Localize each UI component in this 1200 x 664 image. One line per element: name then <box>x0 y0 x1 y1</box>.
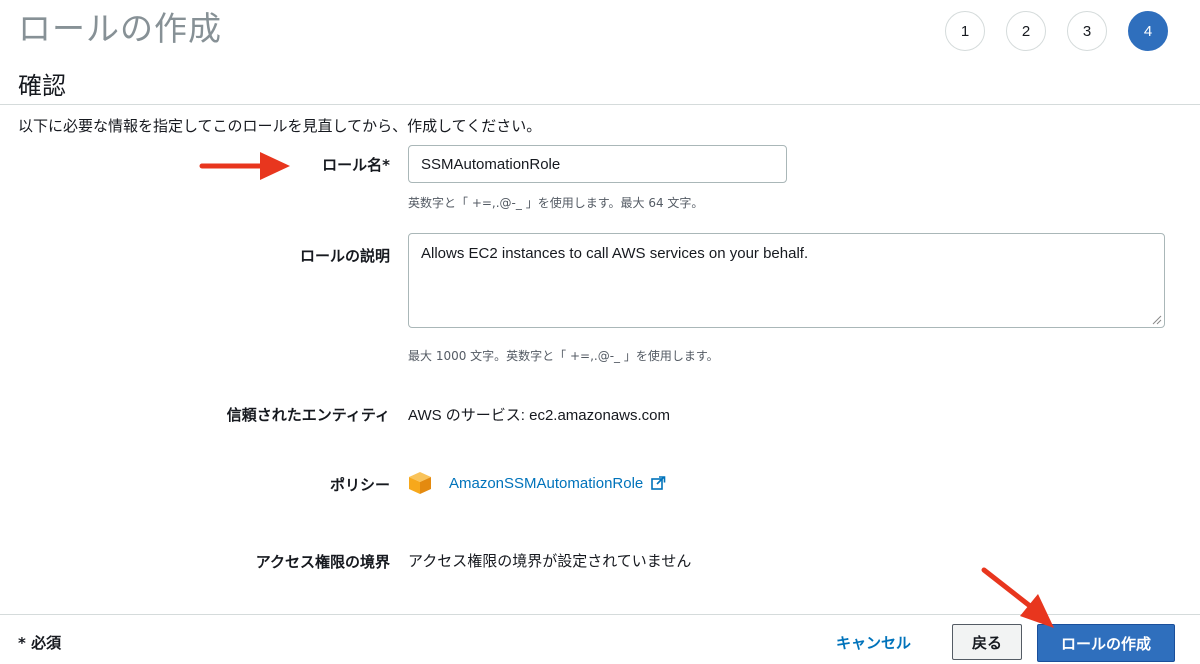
role-name-hint: 英数字と「 +=,.@-_ 」を使用します。最大 64 文字。 <box>408 196 704 210</box>
policy-link-text[interactable]: AmazonSSMAutomationRole <box>449 475 643 492</box>
step-2[interactable]: 2 <box>1006 11 1046 51</box>
role-description-label: ロールの説明 <box>299 247 390 265</box>
permission-boundary-value: アクセス権限の境界が設定されていません <box>408 553 692 570</box>
policy-cube-icon <box>409 472 431 494</box>
role-description-hint: 最大 1000 文字。英数字と「 +=,.@-_ 」を使用します。 <box>408 349 719 363</box>
role-description-textarea[interactable]: Allows EC2 instances to call AWS service… <box>408 233 1165 328</box>
external-link-icon[interactable] <box>651 476 666 491</box>
role-description-text: Allows EC2 instances to call AWS service… <box>421 245 809 262</box>
annotation-arrow-icon <box>981 567 1054 628</box>
permission-boundary-label: アクセス権限の境界 <box>255 553 390 571</box>
annotation-arrow-icon <box>199 152 290 180</box>
step-1[interactable]: 1 <box>945 11 985 51</box>
wizard-steps: 1 2 3 4 <box>945 11 1168 51</box>
step-4-current: 4 <box>1128 11 1168 51</box>
section-title: 確認 <box>18 72 66 100</box>
trusted-entity-value: AWS のサービス: ec2.amazonaws.com <box>408 407 671 424</box>
intro-text: 以下に必要な情報を指定してこのロールを見直してから、作成してください。 <box>18 117 542 135</box>
required-note: * 必須 <box>18 634 62 652</box>
page-title: ロールの作成 <box>18 9 222 48</box>
trusted-entity-label: 信頼されたエンティティ <box>226 406 390 424</box>
role-name-input[interactable] <box>408 145 787 183</box>
section-divider <box>0 104 1200 105</box>
resize-grip-icon[interactable] <box>1152 315 1162 325</box>
cancel-button[interactable]: キャンセル <box>828 624 919 660</box>
policy-label: ポリシー <box>329 476 390 494</box>
step-3[interactable]: 3 <box>1067 11 1107 51</box>
policy-link[interactable]: AmazonSSMAutomationRole <box>449 475 666 492</box>
role-name-label: ロール名* <box>322 156 390 174</box>
